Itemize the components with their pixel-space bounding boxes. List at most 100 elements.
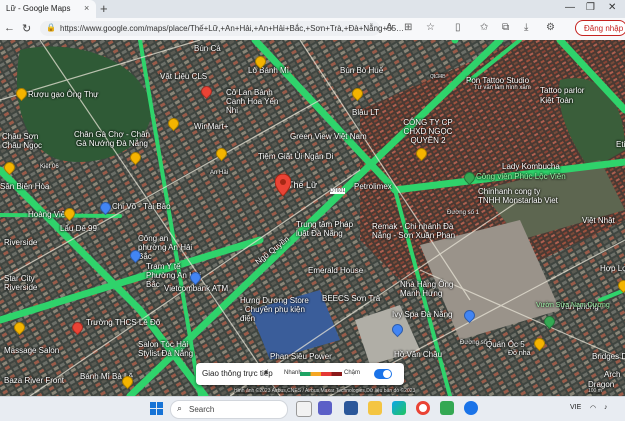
road-shield-ql14b: QL14B — [430, 74, 446, 80]
map-label-san-bien[interactable]: Sân Biên Hòa — [0, 182, 49, 191]
map-label-massage[interactable]: Massage Salon — [4, 346, 59, 355]
map-label-lau-de[interactable]: Lẩu Dê 99 — [60, 224, 97, 233]
map-label-duong-so-1: Đường số 1 — [447, 210, 479, 216]
new-tab-button[interactable]: + — [100, 1, 108, 16]
read-aloud-icon[interactable]: A — [386, 22, 393, 33]
wifi-icon[interactable]: ◠ — [590, 404, 596, 412]
map-label-eti[interactable]: Eti — [616, 140, 625, 149]
speaker-icon[interactable]: ♪ — [604, 404, 608, 411]
map-label-quan-oc[interactable]: Quán Ốc 5 — [486, 340, 525, 349]
map-label-hopl[interactable]: Hợp Lợi — [600, 264, 625, 273]
map-label-emerald[interactable]: Emerald House — [308, 266, 363, 275]
map-label-co-lan[interactable]: Cô Lan Bánh Canh Hoa Yến Nhi — [226, 88, 286, 115]
map-label-arch[interactable]: Arch — [604, 370, 620, 379]
refresh-icon[interactable]: ↻ — [22, 22, 31, 35]
map-label-pon-tattoo[interactable]: Pon Tattoo Studio — [466, 76, 529, 85]
map-label-beecs[interactable]: BEECS Sơn Trà — [322, 294, 380, 303]
map-label-nhat-hung[interactable]: Nhà Hàng Ông Manh Hưng — [400, 280, 470, 298]
map-label-do-nha[interactable]: Đồ nha — [508, 350, 531, 357]
maps-icon[interactable] — [440, 401, 454, 415]
downloads-icon[interactable]: ⤓ — [524, 22, 528, 33]
tab-close-icon[interactable]: × — [84, 3, 89, 13]
map-label-lady-kombucha[interactable]: Lady Kombucha — [502, 162, 560, 171]
map-label-chau-son[interactable]: Châu Sơn Châu Ngọc — [2, 132, 48, 150]
map-label-cong-vien[interactable]: Công viên Phúc Lộc Viên — [476, 172, 566, 181]
back-icon[interactable]: ← — [4, 22, 15, 34]
map-label-chinhanh[interactable]: Chinhanh cong ty TNHH Monstarlab Viet — [478, 187, 558, 205]
map-label-an-hai: An Hải — [210, 170, 229, 176]
maximize-button[interactable]: ❐ — [586, 2, 595, 13]
collections-icon[interactable]: ⧉ — [502, 22, 509, 33]
taskbar-search-label: Search — [189, 405, 215, 414]
widgets-icon[interactable] — [296, 401, 312, 417]
map-label-blau-lt[interactable]: Blâu LT — [352, 108, 379, 117]
map-label-vuon-sua[interactable]: Vườn Sữa Nam Dương — [536, 302, 610, 309]
map-label-baza[interactable]: Baza River Front — [4, 376, 64, 385]
selected-location-pin[interactable] — [275, 174, 291, 196]
language-indicator[interactable]: VIE — [570, 404, 581, 411]
map-label-bun-ca[interactable]: Bún Cá — [194, 44, 221, 53]
map-label-tattoo-parlor[interactable]: Tattoo parlor — [540, 86, 584, 95]
map-label-cong-an[interactable]: Công an phường An Hải Bắc — [138, 234, 194, 261]
live-traffic-control[interactable]: Giao thông trực tiếp ▾ Nhanh Chậm — [196, 363, 404, 385]
browser-tab-bar: Lữ - Google Maps × + — ❐ ✕ — [0, 0, 625, 18]
map-label-salon[interactable]: Salon Tóc Hải Stylist Đà Nẵng — [138, 340, 198, 358]
apps-icon[interactable]: ⊞ — [404, 22, 412, 33]
split-screen-icon[interactable]: ▯ — [455, 22, 461, 33]
map-label-kiet-toan[interactable]: Kiệt Toàn — [540, 96, 573, 105]
map-label-vatlieu[interactable]: Vật Liệu CLS — [160, 72, 207, 81]
word-icon[interactable] — [344, 401, 358, 415]
map-label-hung-duong[interactable]: Hưng Dương Store - Chuyên phụ kiện điện — [240, 296, 312, 323]
map-label-cong-ty[interactable]: CÔNG TY CP CHXD NGỌC QUYỀN 2 — [396, 118, 460, 145]
map-label-phan-sieu[interactable]: Phan Siêu Power — [270, 352, 332, 361]
url-field[interactable]: 🔒 https://www.google.com/maps/place/Thế+… — [40, 21, 404, 36]
map-label-petrolimex[interactable]: Petrolimex — [354, 182, 392, 191]
chat-icon[interactable] — [318, 401, 332, 415]
map-scale[interactable]: 100 m — [588, 388, 602, 394]
map-label-vietcombank[interactable]: Vietcombank ATM — [164, 284, 228, 293]
map-label-the-lu[interactable]: Thế Lữ — [288, 180, 317, 190]
favorite-star-icon[interactable]: ☆ — [426, 22, 435, 33]
chevron-down-icon[interactable]: ▾ — [264, 368, 268, 377]
folder-icon[interactable] — [368, 401, 382, 415]
login-button[interactable]: Đăng nhập — [575, 20, 625, 36]
map-label-trung-tam[interactable]: Trung tâm Pháp luật Đà Nẵng — [296, 220, 358, 238]
legend-slow-label: Chậm — [344, 370, 361, 376]
chrome-icon[interactable] — [416, 401, 430, 415]
start-icon[interactable] — [150, 402, 164, 416]
map-label-lo-banh-mi[interactable]: Lò Bánh Mì — [248, 66, 289, 75]
map-label-city-riverside[interactable]: Star City Riverside — [4, 274, 64, 292]
map-label-truong-thcs[interactable]: Trường THCS Lê Độ — [86, 318, 160, 327]
map-label-green-view[interactable]: Green View Việt Nam — [290, 132, 367, 141]
map-label-winmart[interactable]: WinMart+ — [194, 122, 228, 131]
minimize-button[interactable]: — — [565, 2, 575, 13]
favorites-icon[interactable]: ✩ — [480, 22, 488, 33]
traffic-toggle[interactable] — [374, 369, 392, 379]
map-label-chan-ga[interactable]: Chân Gà Chợ - Chân Gà Nướng Đà Nẵng — [72, 130, 152, 148]
traffic-label[interactable]: Giao thông trực tiếp — [202, 369, 273, 378]
map-label-viet-nhat[interactable]: Việt Nhật — [582, 216, 615, 225]
map-label-ivy-spa[interactable]: Ivy Spa Đà Nẵng — [392, 310, 452, 319]
map-label-chi-vo[interactable]: Chi Võ - Tài Bảo — [112, 202, 171, 211]
map-label-riverside[interactable]: Riverside — [4, 238, 37, 247]
map-label-bridges[interactable]: Bridges D — [592, 352, 625, 361]
lock-icon[interactable]: 🔒 — [46, 23, 56, 32]
map-attribution: Hình ảnh ©2023 Airbus,CNES / Airbus,Maxa… — [234, 388, 416, 394]
road-shield-dt601: DT601 — [330, 188, 346, 194]
zalo-icon[interactable] — [464, 401, 478, 415]
map-label-ho-van[interactable]: Hồ Văn Châu — [394, 350, 442, 359]
windows-taskbar: ⌕ Search VIE ◠ ♪ — [0, 396, 625, 421]
map-label-tattoo-sub: Tư vấn làm hình xăm — [474, 85, 531, 91]
map-label-kiet: Kiệt 06 — [40, 164, 59, 170]
close-window-button[interactable]: ✕ — [608, 2, 616, 13]
map-canvas[interactable]: Bún Cá Vật Liệu CLS Lò Bánh Mì Bún Bò Hu… — [0, 40, 625, 396]
edge-icon[interactable] — [392, 401, 406, 415]
map-label-hoang-viet[interactable]: Hoàng Việt — [28, 210, 67, 219]
taskbar-search[interactable]: ⌕ Search — [170, 400, 288, 419]
map-label-tiem-giat[interactable]: Tiệm Giặt Ủi Ngân Di — [258, 152, 333, 161]
map-label-ruou-gao[interactable]: Rượu gạo Ông Thự — [28, 90, 99, 99]
map-label-bun-bo[interactable]: Bún Bò Huế — [340, 66, 383, 75]
map-label-remak[interactable]: Remak - Chi nhánh Đà Nẵng - Sơn Xuân Pha… — [372, 222, 464, 240]
extensions-icon[interactable]: ⚙ — [546, 22, 555, 33]
browser-tab-active[interactable]: Lữ - Google Maps × — [0, 0, 96, 18]
